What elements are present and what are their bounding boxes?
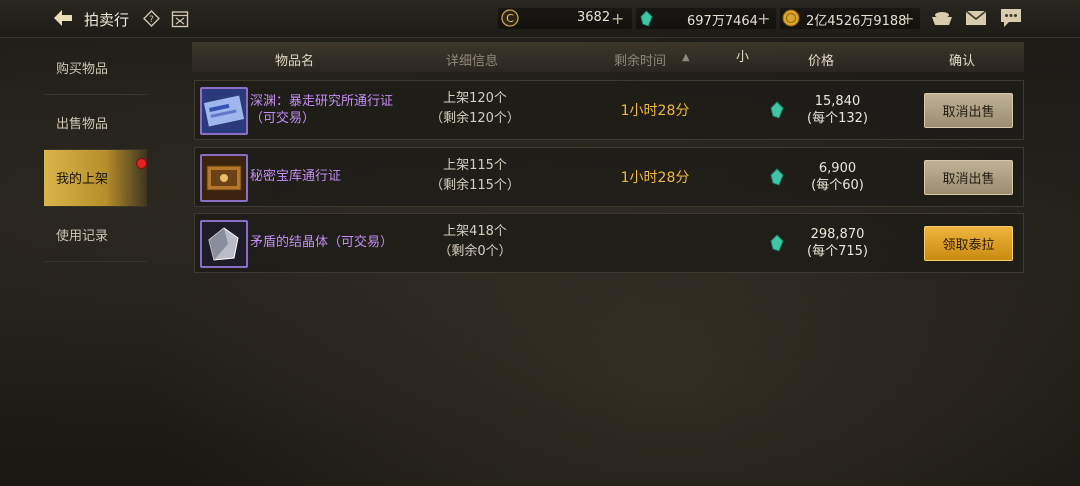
mail-icon[interactable] (965, 10, 987, 26)
sidebar-item-history[interactable]: 使用记录 (44, 207, 147, 262)
notification-dot (136, 158, 147, 169)
top-bar: 拍卖行 ? C 3682 + 697万7464 + 2亿4526万9188 + (0, 0, 1080, 38)
sidebar-item-my-listings[interactable]: 我的上架 (44, 150, 147, 207)
page-title: 拍卖行 (84, 11, 130, 29)
green-gem-icon (640, 10, 653, 27)
remaining-time: 1小时28分 (620, 103, 690, 119)
svg-text:?: ? (149, 15, 154, 25)
pot-icon[interactable] (930, 8, 954, 28)
green-gem-icon (770, 101, 784, 119)
currency-gem-value: 697万7464 (687, 14, 758, 29)
help-icon[interactable]: ? (143, 10, 160, 27)
price-total: 6,900 (818, 161, 857, 176)
green-gem-icon (770, 234, 784, 252)
add-currency-gold-button[interactable]: + (901, 9, 914, 28)
column-price: 价格 (808, 54, 835, 69)
remaining-time: 1小时28分 (620, 170, 690, 186)
cancel-sale-button[interactable]: 取消出售 (924, 160, 1013, 195)
column-confirm: 确认 (949, 54, 976, 69)
currency-c-value: 3682 (577, 10, 611, 25)
table-row: 矛盾的结晶体（可交易） 上架418个 （剩余0个） 298,870 (每个715… (194, 213, 1024, 273)
price-total: 15,840 (814, 94, 861, 109)
currency-gold-value: 2亿4526万9188 (806, 14, 907, 29)
vault-pass-icon[interactable] (200, 154, 248, 202)
sidebar-item-label: 我的上架 (56, 172, 109, 187)
cancel-sale-button[interactable]: 取消出售 (924, 93, 1013, 128)
sidebar-item-label: 出售物品 (56, 117, 109, 132)
column-remaining-time[interactable]: 剩余时间 (614, 50, 666, 69)
remaining-count: （剩余115个） (430, 178, 520, 193)
coin-c-icon: C (501, 9, 519, 27)
table-row: 秘密宝库通行证 上架115个 （剩余115个） 1小时28分 6,900 (每个… (194, 147, 1024, 207)
sidebar-item-label: 使用记录 (56, 229, 109, 244)
claim-tera-button[interactable]: 领取泰拉 (924, 226, 1013, 261)
currency-gold-bar: 2亿4526万9188 + (780, 8, 920, 29)
green-gem-icon (770, 168, 784, 186)
price-total: 298,870 (810, 227, 865, 242)
remaining-count: （剩余120个） (430, 111, 520, 126)
listed-count: 上架115个 (443, 158, 507, 173)
item-name: 矛盾的结晶体（可交易） (250, 235, 394, 250)
gold-coin-icon (782, 9, 800, 27)
crystal-icon[interactable] (200, 220, 248, 268)
sort-asc-icon[interactable]: ▲ (682, 52, 690, 63)
calendar-icon[interactable] (171, 9, 189, 28)
back-arrow-icon[interactable] (52, 8, 74, 28)
table-header: 物品名 详细信息 剩余时间 ▲ 小 价格 确认 (192, 42, 1024, 72)
chat-icon[interactable] (1000, 8, 1022, 28)
pass-card-icon[interactable] (200, 87, 248, 135)
svg-text:C: C (506, 12, 514, 25)
table-row: 深渊：暴走研究所通行证（可交易） 上架120个 （剩余120个） 1小时28分 … (194, 80, 1024, 140)
sidebar: 购买物品 出售物品 我的上架 使用记录 (44, 40, 147, 262)
price-each: (每个715) (807, 244, 868, 259)
item-name: 秘密宝库通行证 (250, 169, 342, 184)
listed-count: 上架418个 (443, 224, 507, 239)
column-small[interactable]: 小 (736, 46, 749, 65)
column-details: 详细信息 (446, 54, 499, 69)
price-each: (每个60) (811, 178, 864, 193)
remaining-count: （剩余0个） (438, 244, 512, 259)
add-currency-gem-button[interactable]: + (757, 9, 770, 28)
add-currency-c-button[interactable]: + (611, 9, 624, 28)
currency-gem-bar: 697万7464 + (636, 8, 776, 29)
price-each: (每个132) (807, 111, 868, 126)
item-name: 深渊：暴走研究所通行证（可交易） (250, 94, 394, 126)
column-item-name: 物品名 (275, 54, 315, 69)
currency-c-bar: C 3682 + (498, 8, 632, 29)
listed-count: 上架120个 (443, 91, 507, 106)
sidebar-item-sell[interactable]: 出售物品 (44, 95, 147, 150)
sidebar-item-label: 购买物品 (56, 62, 109, 77)
sidebar-item-buy[interactable]: 购买物品 (44, 40, 147, 95)
